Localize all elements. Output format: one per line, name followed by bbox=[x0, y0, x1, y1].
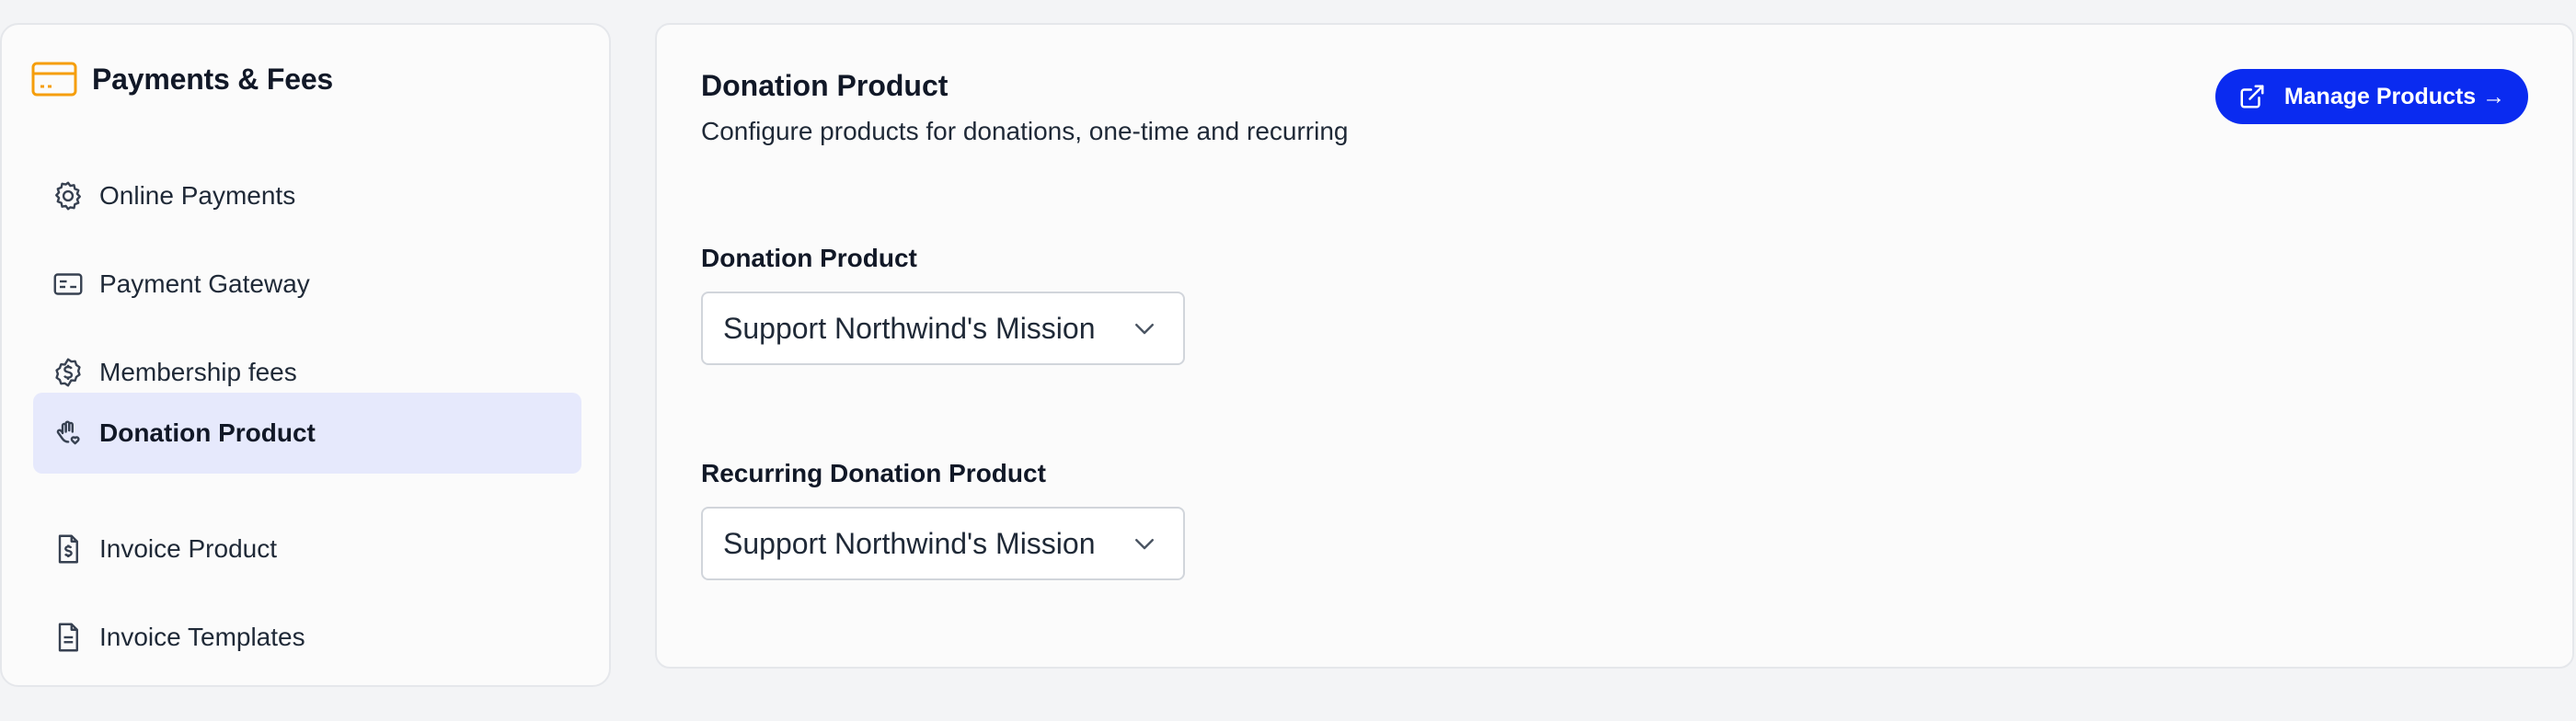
sidebar-item-label: Donation Product bbox=[99, 418, 316, 447]
manage-products-button[interactable]: Manage Products → bbox=[2215, 69, 2528, 124]
select-value: Support Northwind's Mission bbox=[723, 526, 1096, 560]
sidebar-header: Payments & Fees bbox=[31, 56, 333, 102]
recurring-donation-product-label: Recurring Donation Product bbox=[701, 459, 1046, 487]
page-title: Donation Product bbox=[701, 69, 949, 102]
sidebar-item-invoice-templates[interactable]: Invoice Templates bbox=[33, 597, 581, 678]
gear-icon bbox=[50, 177, 86, 214]
hand-heart-icon bbox=[50, 415, 86, 452]
donation-product-select[interactable]: Support Northwind's Mission bbox=[701, 292, 1185, 365]
sidebar-item-online-payments[interactable]: Online Payments bbox=[33, 155, 581, 236]
donation-product-panel: Donation Product Configure products for … bbox=[655, 23, 2574, 669]
sidebar-item-label: Invoice Product bbox=[99, 534, 277, 563]
invoice-dollar-icon bbox=[50, 531, 86, 567]
sidebar-item-label: Membership fees bbox=[99, 358, 297, 386]
sidebar-title: Payments & Fees bbox=[92, 62, 334, 96]
select-value: Support Northwind's Mission bbox=[723, 311, 1096, 345]
dollar-badge-icon bbox=[50, 354, 86, 391]
settings-sidebar: Payments & Fees Online Payments Payment … bbox=[0, 23, 611, 687]
sidebar-item-invoice-product[interactable]: Invoice Product bbox=[33, 509, 581, 589]
sidebar-item-label: Online Payments bbox=[99, 181, 296, 210]
external-link-icon bbox=[2238, 82, 2268, 111]
sidebar-item-label: Payment Gateway bbox=[99, 269, 310, 298]
credit-card-icon bbox=[31, 61, 79, 97]
sidebar-item-payment-gateway[interactable]: Payment Gateway bbox=[33, 244, 581, 325]
page-subtitle: Configure products for donations, one-ti… bbox=[701, 117, 1349, 145]
card-icon bbox=[50, 266, 86, 303]
document-icon bbox=[50, 619, 86, 656]
recurring-donation-product-select[interactable]: Support Northwind's Mission bbox=[701, 507, 1185, 580]
chevron-down-icon bbox=[1128, 527, 1161, 560]
sidebar-item-label: Invoice Templates bbox=[99, 623, 305, 651]
chevron-down-icon bbox=[1128, 312, 1161, 345]
manage-products-label: Manage Products → bbox=[2283, 83, 2506, 109]
donation-product-label: Donation Product bbox=[701, 244, 917, 272]
sidebar-item-donation-product[interactable]: Donation Product bbox=[33, 393, 581, 474]
